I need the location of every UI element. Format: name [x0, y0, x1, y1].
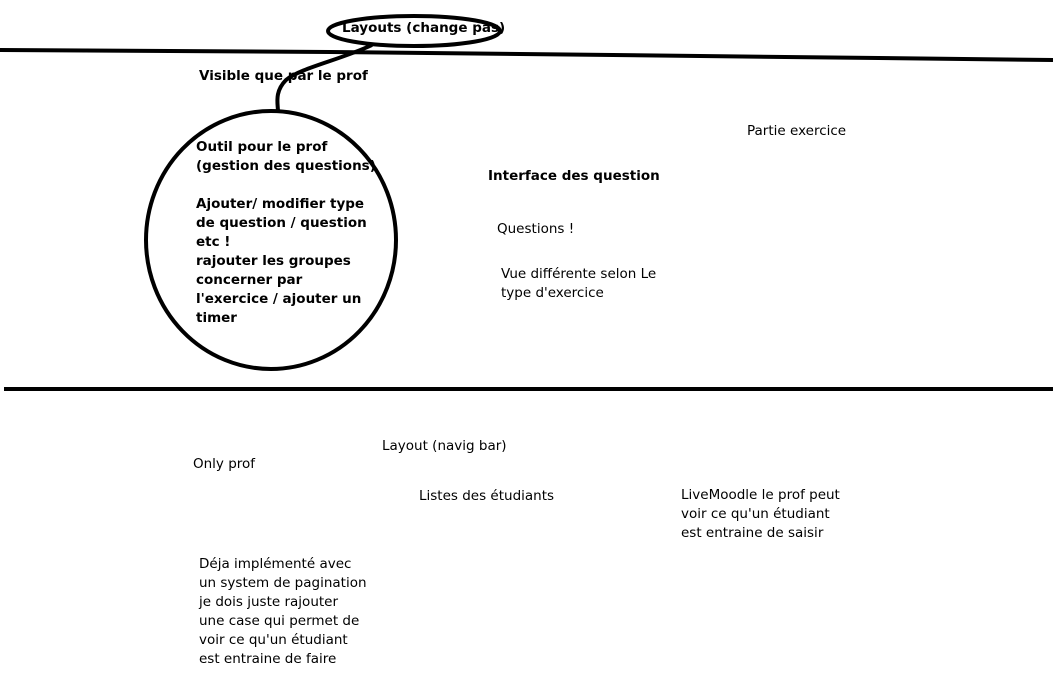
deja-line: Déja implémenté avec	[199, 556, 352, 572]
only-prof-label: Only prof	[193, 456, 256, 472]
tool-line: etc !	[196, 234, 231, 250]
livemoodle-line: est entraine de saisir	[681, 525, 824, 541]
tool-circle-text: Outil pour le prof (gestion des question…	[196, 138, 376, 328]
layout-navbar-label: Layout (navig bar)	[382, 438, 507, 454]
tool-line: Outil pour le prof	[196, 139, 328, 155]
deja-line: voir ce qu'un étudiant	[199, 632, 348, 648]
partie-exercice-label: Partie exercice	[747, 123, 847, 139]
deja-implemente-text: Déja implémenté avec un system de pagina…	[199, 555, 367, 669]
tool-line: de question / question	[196, 215, 367, 231]
deja-line: est entraine de faire	[199, 651, 337, 667]
deja-line: je dois juste rajouter	[199, 594, 339, 610]
livemoodle-line: LiveMoodle le prof peut	[681, 487, 840, 503]
tool-line: Ajouter/ modifier type	[196, 196, 365, 212]
questions-label: Questions !	[497, 221, 575, 237]
deja-line: une case qui permet de	[199, 613, 360, 629]
interface-questions-label: Interface des question	[488, 168, 660, 184]
livemoodle-line: voir ce qu'un étudiant	[681, 506, 830, 522]
vue-line: Vue différente selon Le	[501, 266, 657, 282]
tool-line: (gestion des questions)	[196, 158, 376, 174]
tool-line: rajouter les groupes	[196, 253, 351, 269]
vue-differente-text: Vue différente selon Le type d'exercice	[501, 265, 656, 303]
top-divider-line	[0, 48, 1053, 62]
sketch-drawing	[0, 14, 1053, 391]
tool-line: timer	[196, 310, 237, 326]
tool-line: l'exercice / ajouter un	[196, 291, 362, 307]
tool-line: concerner par	[196, 272, 303, 288]
layouts-bubble-label: Layouts (change pas)	[342, 20, 506, 36]
deja-line: un system de pagination	[199, 575, 367, 591]
livemoodle-text: LiveMoodle le prof peut voir ce qu'un ét…	[681, 486, 840, 543]
visible-prof-label: Visible que par le prof	[199, 68, 368, 84]
listes-etudiants-label: Listes des étudiants	[419, 488, 555, 504]
vue-line: type d'exercice	[501, 285, 604, 301]
tool-line	[196, 176, 376, 195]
